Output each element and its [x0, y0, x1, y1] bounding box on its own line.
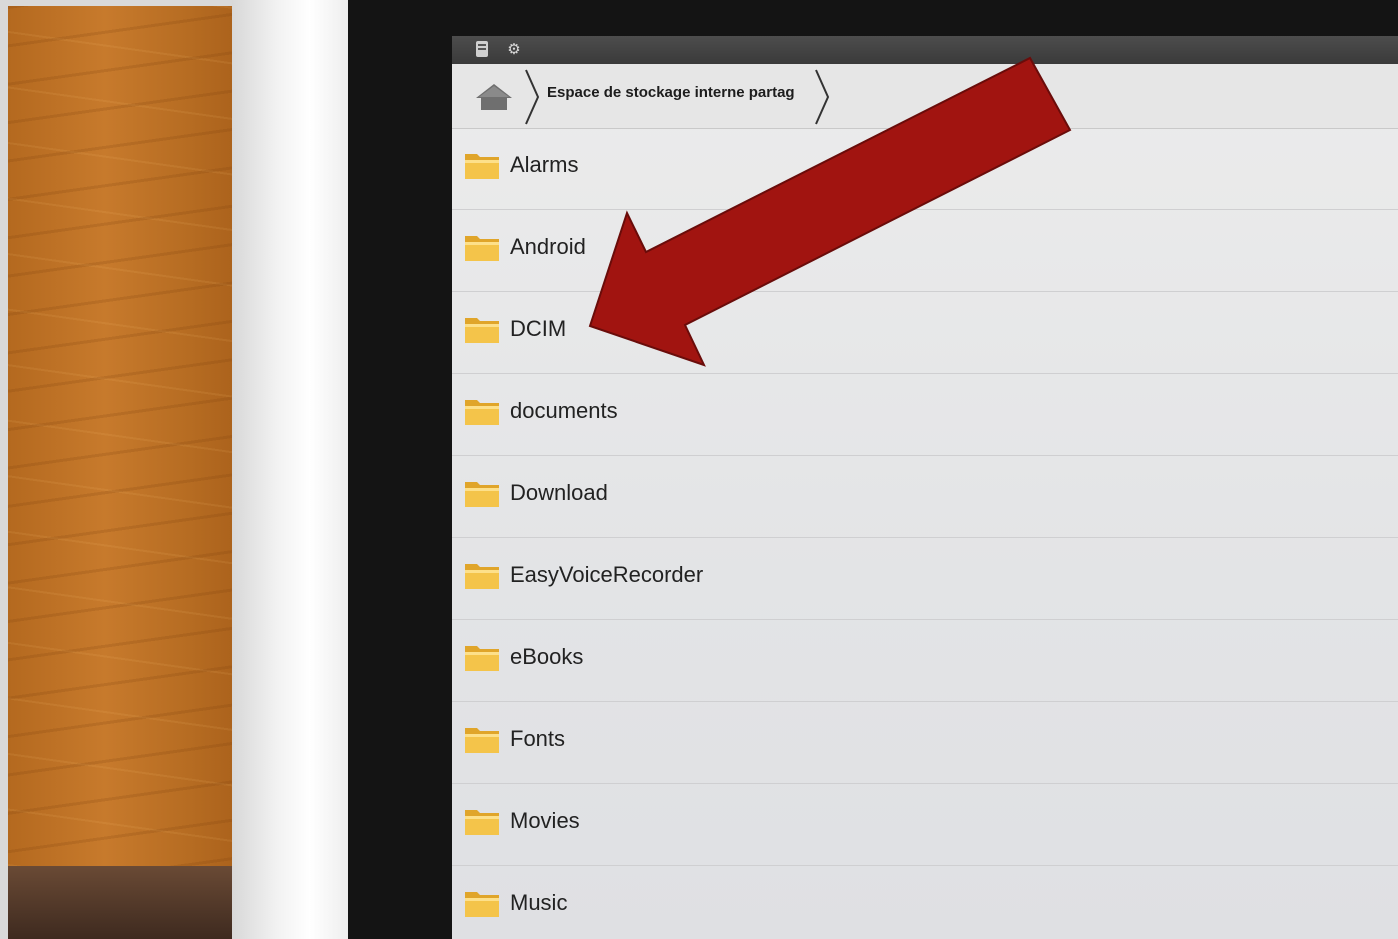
folder-row[interactable]: documents [452, 374, 1398, 456]
tablet-case-frame [232, 0, 362, 939]
folder-icon [464, 396, 500, 426]
folder-icon [464, 560, 500, 590]
folder-row[interactable]: EasyVoiceRecorder [452, 538, 1398, 620]
folder-name: Movies [510, 808, 580, 833]
folder-icon [464, 888, 500, 918]
folder-icon [464, 314, 500, 344]
folder-name: Fonts [510, 726, 566, 751]
folder-icon [464, 806, 500, 836]
home-icon[interactable] [474, 80, 514, 114]
folder-name: Alarms [510, 152, 579, 177]
folder-row[interactable]: Music [452, 866, 1398, 939]
folder-row[interactable]: Download [452, 456, 1398, 538]
folder-name: eBooks [510, 644, 584, 669]
breadcrumb-separator-end [814, 68, 830, 126]
folder-name: Android [510, 234, 586, 259]
folder-row[interactable]: Android [452, 210, 1398, 292]
folder-name: Download [510, 480, 608, 505]
folder-name: documents [510, 398, 618, 423]
breadcrumb-path[interactable]: Espace de stockage interne partag [547, 84, 815, 108]
floor-background [8, 866, 250, 939]
folder-row[interactable]: DCIM [452, 292, 1398, 374]
wooden-background [8, 6, 250, 866]
file-manager-screen: ⚙ Espace de stockage interne partag Alar… [452, 36, 1398, 939]
folder-row[interactable]: eBooks [452, 620, 1398, 702]
gear-icon[interactable]: ⚙ [504, 40, 524, 60]
status-bar: ⚙ [452, 36, 1398, 64]
breadcrumb-separator [524, 68, 540, 126]
folder-row[interactable]: Fonts [452, 702, 1398, 784]
folder-name: DCIM [510, 316, 567, 341]
folder-icon [464, 724, 500, 754]
folder-icon [464, 232, 500, 262]
sd-card-icon [472, 40, 492, 60]
folder-icon [464, 478, 500, 508]
folder-icon [464, 642, 500, 672]
folder-icon [464, 150, 500, 180]
folder-row[interactable]: Movies [452, 784, 1398, 866]
folder-name: EasyVoiceRecorder [510, 562, 704, 587]
folder-name: Music [510, 890, 568, 915]
breadcrumb-bar: Espace de stockage interne partag [452, 64, 1398, 129]
folder-row[interactable]: Alarms [452, 128, 1398, 210]
